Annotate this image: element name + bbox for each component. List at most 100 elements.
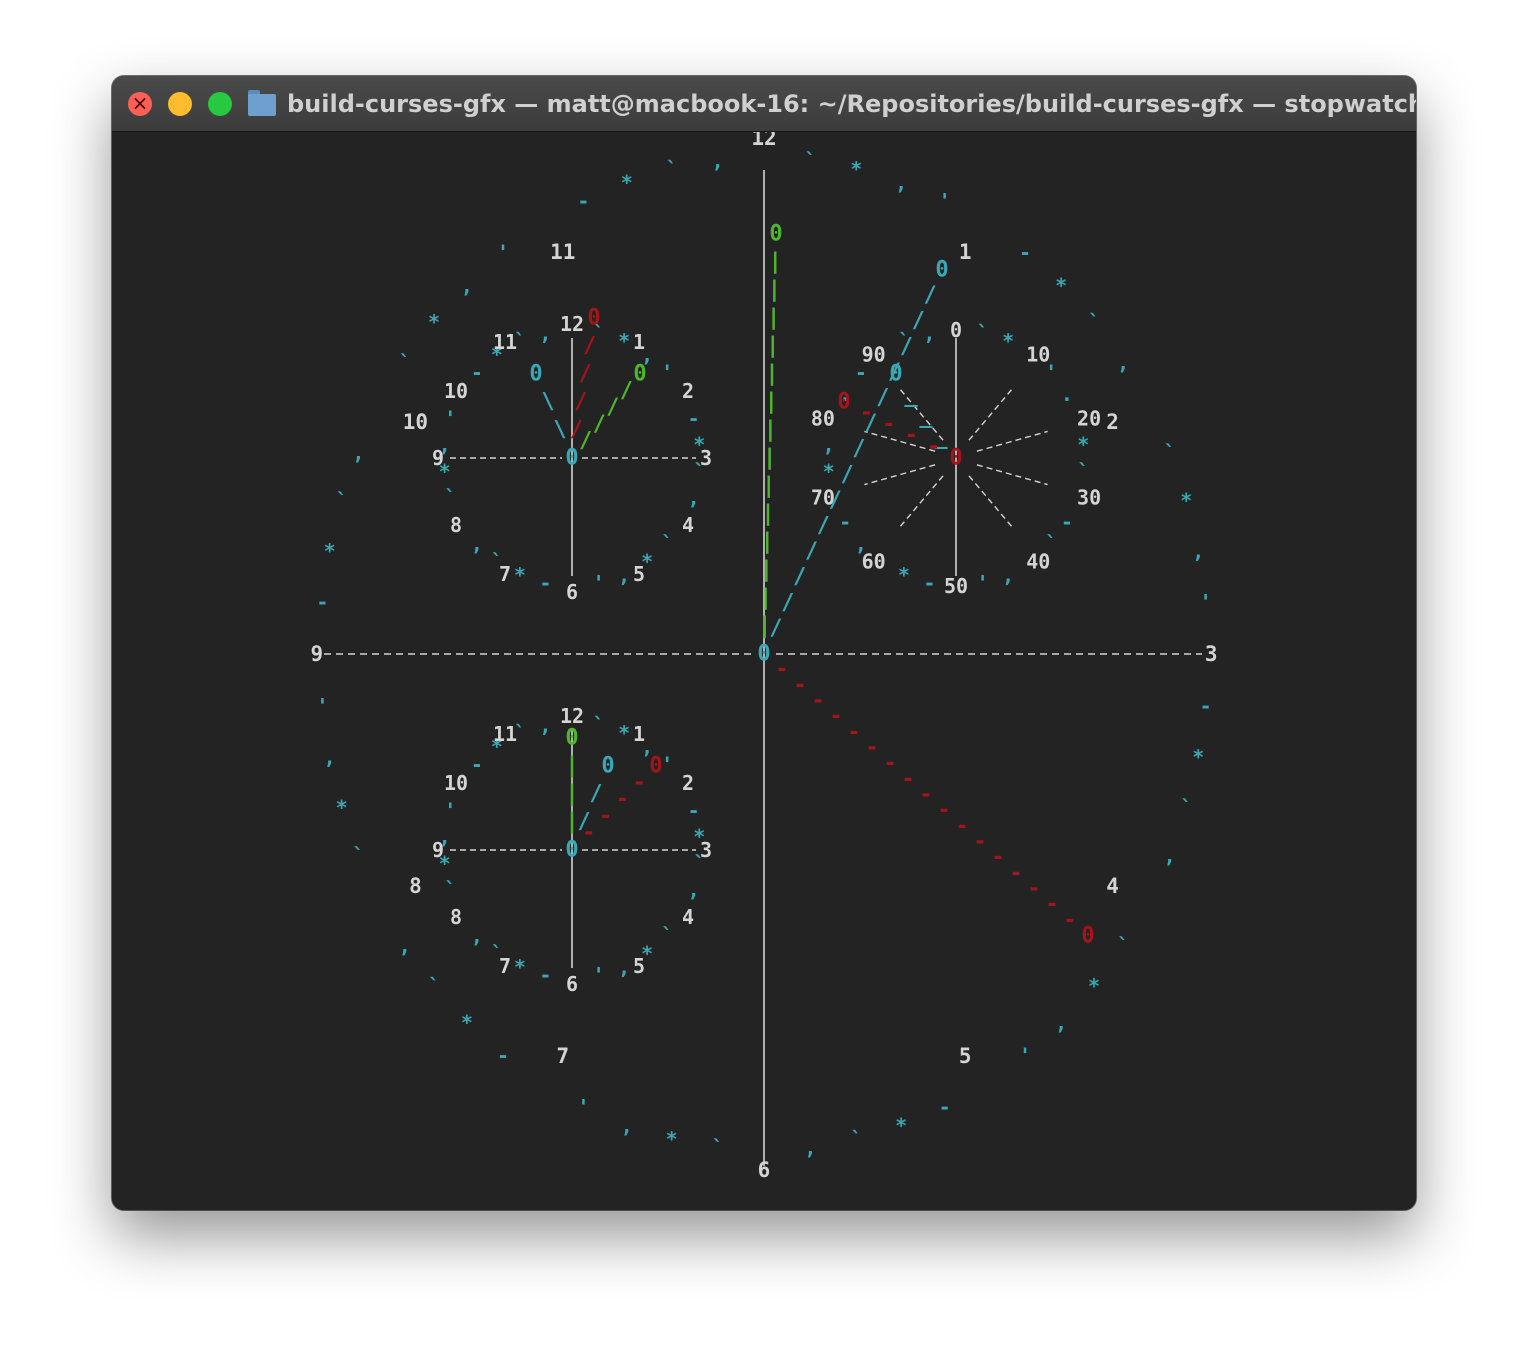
subdial-top-left-numeral-10: 10 <box>444 379 468 403</box>
main-dial-tick: , <box>399 934 411 958</box>
main-hand-red: - <box>991 845 1004 870</box>
subdial-top-left-numeral-6: 6 <box>566 580 578 604</box>
subdial-top-left-hand-red-tip: 0 <box>587 306 600 331</box>
subdial-bottom-left-hand-green-tip: 0 <box>565 726 578 751</box>
subdial-top-left-hand-cyan: \ <box>541 390 554 415</box>
subdial-top-left-numeral-5: 5 <box>633 562 645 586</box>
zoom-button[interactable] <box>208 92 232 116</box>
main-dial-tick: ' <box>1019 1043 1031 1067</box>
seconds-label-20: 20 <box>1077 406 1101 430</box>
main-dial-tick: * <box>850 157 862 181</box>
subdial-bottom-left-tick: ` <box>593 713 605 737</box>
subdial-top-left-tick: - <box>688 406 700 430</box>
subdial-top-left-hand-red: / <box>570 418 583 443</box>
minimize-button[interactable] <box>168 92 192 116</box>
main-dial-tick: * <box>621 170 633 194</box>
main-hand-red: - <box>973 830 986 855</box>
subdial-top-left-hand-green: / <box>620 378 633 403</box>
subdial-top-left-hand-green-tip: 0 <box>633 362 646 387</box>
main-hand-red: - <box>1045 892 1058 917</box>
subdial-top-left-hand-green: / <box>606 395 619 420</box>
main-hand-green-tip: 0 <box>769 222 782 247</box>
subdial-bottom-left-numeral-12: 12 <box>560 704 584 728</box>
main-hand-cyan: / <box>793 565 806 590</box>
title-bar[interactable]: build-curses-gfx — matt@macbook-16: ~/Re… <box>112 76 1416 132</box>
seconds-dial-tick: , <box>923 321 935 345</box>
main-hand-red: - <box>901 767 914 792</box>
subdial-bottom-left-tick: ` <box>444 878 456 902</box>
main-hand-green: | <box>762 474 775 499</box>
main-dial-tick: ` <box>399 351 411 375</box>
subdial-top-left-numeral-11: 11 <box>493 330 517 354</box>
window-title: build-curses-gfx — matt@macbook-16: ~/Re… <box>287 90 1416 118</box>
seconds-dial-tick: * <box>1077 433 1089 457</box>
subdial-bottom-left-numeral-7: 7 <box>499 954 511 978</box>
main-dial-tick: ` <box>1164 440 1176 464</box>
subdial-bottom-left-hand-red: - <box>599 804 612 829</box>
main-hand-red: - <box>847 720 860 745</box>
main-dial-tick: - <box>1200 694 1212 718</box>
main-dial-tick: , <box>1192 539 1204 563</box>
main-hand-red-tip: 0 <box>1081 924 1094 949</box>
subdial-top-left-tick: - <box>471 360 483 384</box>
main-dial-tick: * <box>461 1011 473 1035</box>
subdial-top-left-numeral-2: 2 <box>682 379 694 403</box>
main-numeral-1: 1 <box>959 240 972 264</box>
subdial-top-left-hand-red: / <box>583 334 596 359</box>
seconds-dial-spoke <box>968 387 1014 441</box>
main-numeral-11: 11 <box>550 240 575 264</box>
main-dial-tick: ' <box>577 1095 589 1119</box>
main-hand-green: | <box>767 306 780 331</box>
main-dial-tick: * <box>1192 745 1204 769</box>
subdial-top-left-numeral-9: 9 <box>432 446 444 470</box>
subdial-top-left-tick: , <box>539 321 551 345</box>
close-button[interactable] <box>128 92 152 116</box>
main-dial-tick: , <box>324 745 336 769</box>
main-numeral-4: 4 <box>1106 874 1119 898</box>
main-hand-green: | <box>761 502 774 527</box>
main-hand-cyan: / <box>769 616 782 641</box>
main-numeral-9: 9 <box>310 642 323 666</box>
main-hand-cyan: / <box>829 488 842 513</box>
seconds-label-30: 30 <box>1077 486 1101 510</box>
subdial-bottom-left-tick: , <box>539 713 551 737</box>
subdial-top-left-tick: , <box>618 563 630 587</box>
seconds-dial-tick: - <box>1061 510 1073 534</box>
main-numeral-10: 10 <box>403 410 428 434</box>
main-dial-tick: ` <box>336 489 348 513</box>
subdial-bottom-left-tick: , <box>688 878 700 902</box>
main-numeral-7: 7 <box>556 1044 569 1068</box>
subdial-bottom-left-tick: - <box>471 752 483 776</box>
subdial-bottom-left-hand-red-tip: 0 <box>649 754 662 779</box>
main-hand-cyan: / <box>900 334 913 359</box>
subdial-bottom-left-numeral-3: 3 <box>700 838 712 862</box>
seconds-dial-tick: * <box>1002 329 1014 353</box>
subdial-bottom-left-tick: ' <box>593 963 605 987</box>
terminal-window: build-curses-gfx — matt@macbook-16: ~/Re… <box>112 76 1416 1210</box>
main-dial-tick: , <box>352 440 364 464</box>
main-hand-red: - <box>865 736 878 761</box>
main-dial-tick: , <box>1164 844 1176 868</box>
seconds-dial-tick: ` <box>977 321 989 345</box>
seconds-dial-tick: * <box>823 459 835 483</box>
main-dial-tick: , <box>1055 1011 1067 1035</box>
seconds-dial-tick: * <box>898 563 910 587</box>
seconds-label-80: 80 <box>811 406 835 430</box>
subdial-bottom-left-tick: - <box>539 963 551 987</box>
main-hand-green: | <box>765 362 778 387</box>
seconds-dial-spoke <box>976 464 1048 486</box>
subdial-top-left-numeral-12: 12 <box>560 312 584 336</box>
main-dial-tick: ` <box>1088 310 1100 334</box>
subdial-bottom-left-numeral-5: 5 <box>633 954 645 978</box>
subdial-top-left-tick: , <box>688 486 700 510</box>
main-dial-tick: , <box>895 170 907 194</box>
main-dial-tick: * <box>336 795 348 819</box>
terminal-content[interactable]: ` *, ' - * `, ` *, ' - * `, ` *, ' - * `, ` *, ' - * `, ` *, ' - * `,… <box>112 132 1416 1210</box>
subdial-bottom-left-tick: * <box>514 955 526 979</box>
main-hand-cyan: / <box>923 283 936 308</box>
main-dial-tick: ` <box>352 844 364 868</box>
main-hand-green: | <box>768 278 781 303</box>
subdial-top-left-tick: ' <box>444 406 456 430</box>
main-hand-red: - <box>793 673 806 698</box>
main-dial-tick: * <box>895 1114 907 1138</box>
